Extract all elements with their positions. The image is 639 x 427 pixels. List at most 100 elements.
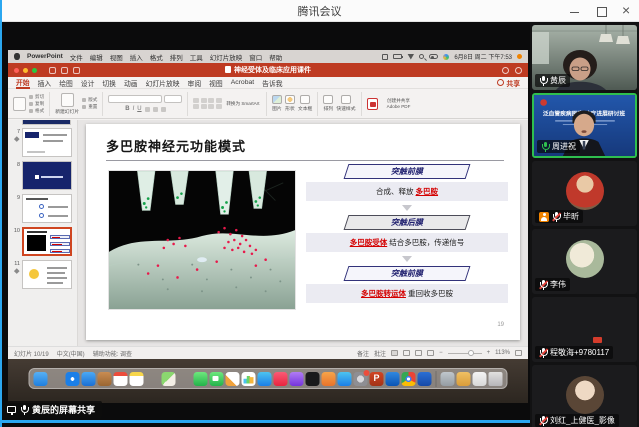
thumbnail-slide-11[interactable]: 11 [8, 260, 75, 289]
minimize-icon[interactable] [569, 5, 581, 17]
layout-button[interactable]: 版式 [82, 97, 97, 103]
tab-draw[interactable]: 绘图 [59, 78, 73, 88]
dock-icon-settings[interactable] [354, 372, 368, 386]
bold-button[interactable]: B [125, 106, 129, 112]
dock-icon-trash[interactable] [489, 372, 503, 386]
dock-icon-safari[interactable] [66, 372, 80, 386]
menu-view[interactable]: 视图 [110, 52, 123, 62]
arrange-label[interactable]: 排列 [324, 105, 334, 112]
zoom-slider[interactable] [448, 353, 482, 354]
text-shadow-icon[interactable] [153, 107, 158, 112]
reset-button[interactable]: 重置 [82, 104, 97, 110]
align-left-icon[interactable] [193, 104, 199, 109]
dock-icon-photos[interactable] [178, 372, 192, 386]
participant-tile-liuhong[interactable]: 刘红_上健医_影像 [532, 365, 637, 427]
dock-icon-music[interactable] [274, 372, 288, 386]
participant-tile-chengjinghai[interactable]: 程敬海+9780117 [532, 297, 637, 362]
menu-file[interactable]: 文件 [70, 52, 83, 62]
close-icon[interactable] [621, 5, 633, 17]
menu-insert[interactable]: 插入 [130, 52, 143, 62]
dock-icon-calendar[interactable] [114, 372, 128, 386]
indent-icon[interactable] [208, 98, 214, 103]
smartart-button[interactable]: 转换为 SmartArt [225, 101, 261, 106]
arrange-icon[interactable] [323, 95, 333, 104]
menu-edit[interactable]: 编辑 [90, 52, 103, 62]
participant-tile-huangchen[interactable]: 黄辰 [532, 25, 637, 90]
paste-icon[interactable] [13, 97, 26, 111]
adobe-pdf-icon[interactable] [367, 98, 378, 110]
tab-slideshow[interactable]: 幻灯片放映 [146, 78, 180, 88]
thumbnail-slide-6-partial[interactable] [22, 120, 71, 125]
dock-icon-app-store[interactable] [338, 372, 352, 386]
menu-format[interactable]: 格式 [150, 52, 163, 62]
menu-help[interactable]: 帮助 [269, 52, 282, 62]
accessibility-status[interactable]: 辅助功能: 调查 [93, 349, 132, 358]
tab-review[interactable]: 审阅 [188, 78, 202, 88]
language-status[interactable]: 中文(中国) [57, 349, 85, 358]
font-size-select[interactable] [164, 95, 182, 103]
picture-icon[interactable] [272, 95, 282, 104]
zoom-level[interactable]: 113% [495, 350, 510, 356]
italic-button[interactable]: I [133, 106, 135, 112]
dock-icon-mail[interactable] [82, 372, 96, 386]
align-right-icon[interactable] [208, 104, 214, 109]
format-painter-button[interactable]: 格式 [29, 108, 44, 114]
tab-tell-me[interactable]: 告诉我 [262, 78, 282, 88]
ppt-share-button[interactable]: 共享 [497, 78, 520, 88]
dock-icon-podcasts[interactable] [290, 372, 304, 386]
font-color-icon[interactable] [161, 107, 166, 112]
participant-tile-bixin[interactable]: 毕昕 [532, 161, 637, 226]
zoom-in-icon[interactable]: + [487, 350, 491, 356]
bullets-icon[interactable] [193, 98, 199, 103]
new-slide-icon[interactable] [61, 93, 74, 107]
adobe-pdf-label[interactable]: 创建并共享 Adobe PDF [381, 98, 417, 109]
dock-icon-tv[interactable] [306, 372, 320, 386]
strikethrough-icon[interactable] [145, 107, 150, 112]
menu-slideshow[interactable]: 幻灯片放映 [210, 52, 243, 62]
zoom-slider-knob[interactable] [468, 350, 474, 356]
dock-icon-contacts[interactable] [98, 372, 112, 386]
copy-button[interactable]: 复制 [29, 101, 44, 107]
normal-view-icon[interactable] [391, 350, 398, 356]
menu-window[interactable]: 窗口 [249, 52, 262, 62]
textbox-label[interactable]: 文本框 [298, 105, 312, 112]
slideshow-view-icon[interactable] [427, 350, 434, 356]
dock-icon-chrome[interactable] [402, 372, 416, 386]
font-name-select[interactable] [108, 95, 162, 103]
dock-icon-minimized-window[interactable] [473, 372, 487, 386]
dock-icon-numbers[interactable] [242, 372, 256, 386]
dock-icon-powerpoint[interactable] [370, 372, 384, 386]
control-center-icon[interactable] [429, 54, 438, 59]
dock-icon-keynote[interactable] [258, 372, 272, 386]
wifi-icon[interactable] [407, 54, 414, 60]
tab-home[interactable]: 开始 [16, 77, 30, 89]
dock-icon-messages[interactable] [194, 372, 208, 386]
thumbnail-slide-8[interactable]: 8 [8, 161, 75, 190]
dock-icon-maps[interactable] [162, 372, 176, 386]
slide-sorter-view-icon[interactable] [403, 350, 410, 356]
tab-animations[interactable]: 动画 [124, 78, 138, 88]
dock-icon-folder-gray[interactable] [441, 372, 455, 386]
fit-slide-icon[interactable] [515, 350, 522, 356]
maximize-icon[interactable] [595, 5, 607, 17]
shapes-label[interactable]: 形状 [285, 105, 295, 112]
display-icon[interactable] [382, 54, 388, 60]
apple-icon[interactable] [14, 53, 20, 60]
menubar-clock[interactable]: 6月8日 周二 下午7:53 [454, 52, 512, 61]
dock-icon-pages[interactable] [226, 372, 240, 386]
tab-acrobat[interactable]: Acrobat [231, 79, 254, 86]
quick-styles-icon[interactable] [341, 95, 351, 104]
thumbnail-slide-10-selected[interactable]: 10 [8, 227, 75, 256]
shapes-icon[interactable] [285, 95, 295, 104]
dock-icon-onedrive[interactable] [386, 372, 400, 386]
tab-design[interactable]: 设计 [81, 78, 95, 88]
zoom-out-icon[interactable]: − [439, 350, 443, 356]
line-spacing-icon[interactable] [216, 98, 222, 103]
underline-button[interactable]: U [137, 106, 141, 112]
menu-arrange[interactable]: 排列 [170, 52, 183, 62]
new-slide-label[interactable]: 新建幻灯片 [55, 108, 79, 115]
thumbnail-slide-7[interactable]: 7 [8, 128, 75, 157]
columns-icon[interactable] [216, 104, 222, 109]
menubar-app-name[interactable]: PowerPoint [27, 53, 63, 60]
picture-label[interactable]: 图片 [272, 105, 282, 112]
